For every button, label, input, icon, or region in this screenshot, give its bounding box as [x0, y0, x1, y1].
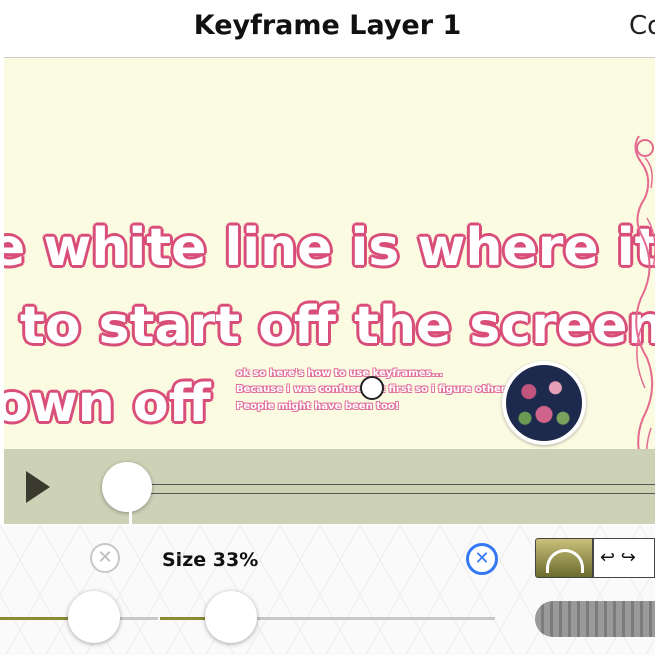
color-gradient-bar[interactable]	[535, 601, 655, 637]
left-slider-track[interactable]	[118, 617, 158, 620]
canvas-text-line-1: e white line is where it st	[4, 218, 655, 278]
close-icon[interactable]: ✕	[90, 543, 120, 573]
layer-thumbnail[interactable]	[535, 538, 593, 578]
canvas-small-line-3: People might have been too!	[236, 401, 400, 412]
canvas-small-line-1: ok so here's how to use keyframes...	[236, 368, 443, 379]
size-slider-knob[interactable]	[205, 591, 257, 643]
canvas-text-line-3: own off	[4, 374, 211, 434]
timeline-scrubber[interactable]	[102, 462, 152, 512]
timeline	[4, 449, 655, 524]
playhead-marker	[129, 507, 132, 524]
left-slider-fill	[0, 617, 70, 620]
arc-icon	[546, 549, 584, 573]
clear-size-icon[interactable]: ✕	[466, 543, 498, 575]
undo-redo-buttons[interactable]: ↩ ↪	[593, 538, 655, 578]
page-title: Keyframe Layer 1	[193, 10, 462, 41]
sketch-figure	[634, 135, 655, 450]
floral-image-layer[interactable]	[502, 361, 586, 445]
size-label: Size 33%	[162, 549, 259, 571]
canvas-text-line-2: to start off the screen s	[20, 296, 655, 356]
size-slider-fill	[160, 617, 210, 620]
preview-canvas[interactable]: e white line is where it st to start off…	[4, 57, 655, 450]
control-panel: ✕ Size 33% ✕ ↩ ↪	[0, 525, 655, 655]
motion-point-handle[interactable]	[360, 376, 384, 400]
play-icon[interactable]	[26, 471, 50, 503]
size-slider-track[interactable]	[255, 617, 495, 620]
corner-button[interactable]: Co	[629, 11, 655, 41]
left-slider-knob[interactable]	[68, 591, 120, 643]
timeline-track[interactable]	[130, 484, 655, 494]
top-bar: Keyframe Layer 1 Co	[0, 0, 655, 55]
